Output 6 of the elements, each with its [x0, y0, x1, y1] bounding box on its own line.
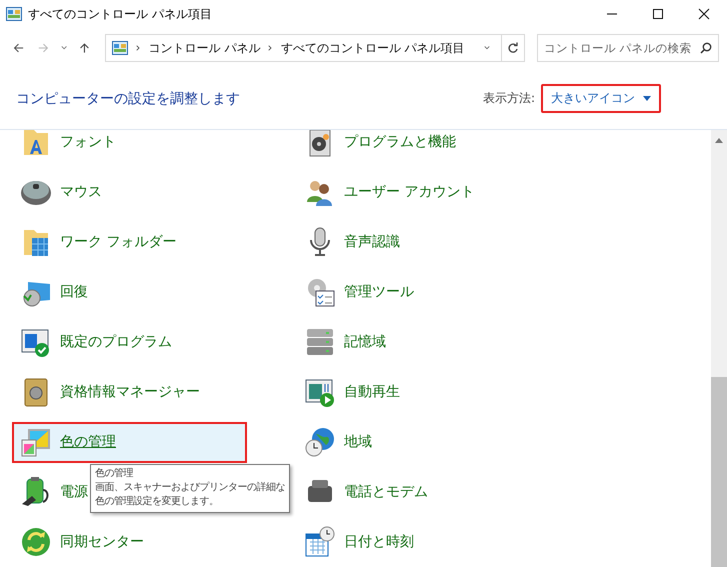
window-title: すべてのコントロール パネル項目	[28, 6, 212, 22]
view-by-label: 表示方法:	[482, 90, 535, 107]
page-heading: コンピューターの設定を調整します	[16, 90, 241, 108]
tooltip-text: 画面、スキャナーおよびプリンターの詳細な	[95, 481, 285, 495]
tooltip-text: 色の管理設定を変更します。	[95, 495, 220, 509]
tooltip-title: 色の管理	[95, 467, 134, 481]
